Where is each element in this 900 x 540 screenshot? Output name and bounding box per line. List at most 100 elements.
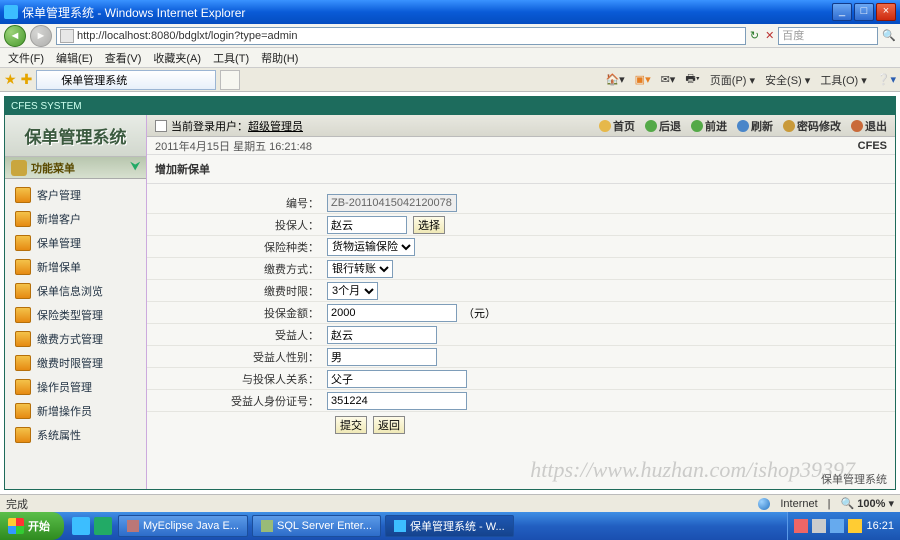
- browser-tab[interactable]: 保单管理系统: [36, 70, 216, 90]
- menu-icon: [15, 331, 31, 347]
- sidebar-item-label: 新增客户: [37, 211, 81, 227]
- sidebar-header[interactable]: 功能菜单 ⮟: [5, 157, 146, 179]
- back-button[interactable]: 返回: [373, 416, 405, 434]
- sidebar-item-label: 新增操作员: [37, 403, 92, 419]
- page-menu[interactable]: 页面(P) ▾: [710, 72, 755, 88]
- task-myeclipse[interactable]: MyEclipse Java E...: [118, 515, 248, 537]
- sidebar-item-label: 缴费方式管理: [37, 331, 103, 347]
- reload-icon[interactable]: ↻: [750, 29, 759, 42]
- address-bar[interactable]: http://localhost:8080/bdglxt/login?type=…: [56, 27, 746, 45]
- new-tab-button[interactable]: [220, 70, 240, 90]
- link-refresh[interactable]: 刷新: [737, 118, 773, 134]
- windows-taskbar: 开始 MyEclipse Java E... SQL Server Enter.…: [0, 512, 900, 540]
- select-insured-button[interactable]: 选择: [413, 216, 445, 234]
- zoom-text: 100%: [857, 498, 885, 510]
- print-icon[interactable]: 🖶▾: [685, 70, 699, 89]
- feed-icon[interactable]: ▣▾: [635, 73, 651, 86]
- app-topbar: 当前登录用户： 超级管理员 首页 后退 前进 刷新 密码修改 退出: [147, 115, 895, 137]
- sidebar-item-add-policy[interactable]: 新增保单: [5, 255, 146, 279]
- mail-icon[interactable]: ✉▾: [661, 73, 676, 86]
- input-benef[interactable]: [327, 326, 437, 344]
- menu-favorites[interactable]: 收藏夹(A): [153, 50, 201, 66]
- task-icon: [127, 520, 139, 532]
- link-label: 后退: [659, 118, 681, 134]
- sidebar-item-customers[interactable]: 客户管理: [5, 183, 146, 207]
- window-close-button[interactable]: ×: [876, 3, 896, 21]
- link-forward[interactable]: 前进: [691, 118, 727, 134]
- sidebar-item-policy-browse[interactable]: 保单信息浏览: [5, 279, 146, 303]
- protected-mode-icon: |: [828, 498, 831, 510]
- tray-clock[interactable]: 16:21: [866, 520, 894, 532]
- sidebar-item-operators[interactable]: 操作员管理: [5, 375, 146, 399]
- tray-volume-icon[interactable]: [812, 519, 826, 533]
- windows-logo-icon: [8, 518, 24, 534]
- select-ins-type[interactable]: 货物运输保险: [327, 238, 415, 256]
- search-box[interactable]: 百度: [778, 27, 878, 45]
- sidebar-item-label: 新增保单: [37, 259, 81, 275]
- input-benef-sex[interactable]: [327, 348, 437, 366]
- link-back[interactable]: 后退: [645, 118, 681, 134]
- ie-menu-bar: 文件(F) 编辑(E) 查看(V) 收藏夹(A) 工具(T) 帮助(H): [0, 48, 900, 68]
- menu-icon: [15, 211, 31, 227]
- tray-shield-icon[interactable]: [848, 519, 862, 533]
- input-insured[interactable]: [327, 216, 407, 234]
- quicklaunch-desktop-icon[interactable]: [94, 517, 112, 535]
- label-no: 编号：: [147, 195, 327, 211]
- label-bid: 受益人身份证号：: [147, 393, 327, 409]
- sidebar-item-system-props[interactable]: 系统属性: [5, 423, 146, 447]
- safety-menu[interactable]: 安全(S) ▾: [765, 72, 810, 88]
- menu-icon: [15, 283, 31, 299]
- zoom-level[interactable]: 🔍 100% ▾: [841, 497, 894, 510]
- task-label: SQL Server Enter...: [277, 520, 372, 532]
- task-ie-active[interactable]: 保单管理系统 - W...: [385, 515, 514, 537]
- sidebar-item-ins-types[interactable]: 保险类型管理: [5, 303, 146, 327]
- sidebar-item-pay-terms[interactable]: 缴费时限管理: [5, 351, 146, 375]
- quicklaunch-ie-icon[interactable]: [72, 517, 90, 535]
- input-benef-id[interactable]: [327, 392, 467, 410]
- menu-view[interactable]: 查看(V): [105, 50, 142, 66]
- start-button[interactable]: 开始: [0, 512, 64, 540]
- tray-network-icon[interactable]: [830, 519, 844, 533]
- forward-icon: [691, 120, 703, 132]
- tab-title: 保单管理系统: [61, 72, 127, 88]
- search-magnifier-icon[interactable]: 🔍: [882, 29, 896, 42]
- logged-user: 超级管理员: [248, 118, 303, 134]
- label-paytype: 缴费方式：: [147, 261, 327, 277]
- home-icon[interactable]: 🏠▾: [605, 73, 624, 86]
- link-home[interactable]: 首页: [599, 118, 635, 134]
- menu-icon: [15, 235, 31, 251]
- menu-edit[interactable]: 编辑(E): [56, 50, 93, 66]
- tray-icon[interactable]: [794, 519, 808, 533]
- sidebar-item-add-customer[interactable]: 新增客户: [5, 207, 146, 231]
- menu-help[interactable]: 帮助(H): [261, 50, 298, 66]
- help-icon[interactable]: ❔▾: [877, 73, 896, 86]
- label-type: 保险种类：: [147, 239, 327, 255]
- tools-menu[interactable]: 工具(O) ▾: [820, 72, 866, 88]
- window-minimize-button[interactable]: _: [832, 3, 852, 21]
- status-done: 完成: [6, 496, 28, 512]
- sidebar-item-policies[interactable]: 保单管理: [5, 231, 146, 255]
- nav-back-button[interactable]: ◄: [4, 25, 26, 47]
- input-no: [327, 194, 457, 212]
- link-password[interactable]: 密码修改: [783, 118, 841, 134]
- favorites-add-icon[interactable]: ✚: [21, 71, 33, 88]
- link-label: 首页: [613, 118, 635, 134]
- gear-icon: [11, 160, 27, 176]
- link-logout[interactable]: 退出: [851, 118, 887, 134]
- back-icon: [645, 120, 657, 132]
- menu-tools[interactable]: 工具(T): [213, 50, 249, 66]
- select-pay-term[interactable]: 3个月: [327, 282, 378, 300]
- input-relation[interactable]: [327, 370, 467, 388]
- favorites-star-icon[interactable]: ★: [4, 71, 17, 88]
- menu-file[interactable]: 文件(F): [8, 50, 44, 66]
- sidebar-item-add-operator[interactable]: 新增操作员: [5, 399, 146, 423]
- input-amount[interactable]: [327, 304, 457, 322]
- refresh-icon: [737, 120, 749, 132]
- task-label: MyEclipse Java E...: [143, 520, 239, 532]
- stop-icon[interactable]: ✕: [765, 29, 774, 42]
- submit-button[interactable]: 提交: [335, 416, 367, 434]
- select-pay-type[interactable]: 银行转账: [327, 260, 393, 278]
- sidebar-item-pay-methods[interactable]: 缴费方式管理: [5, 327, 146, 351]
- task-sqlserver[interactable]: SQL Server Enter...: [252, 515, 381, 537]
- window-maximize-button[interactable]: □: [854, 3, 874, 21]
